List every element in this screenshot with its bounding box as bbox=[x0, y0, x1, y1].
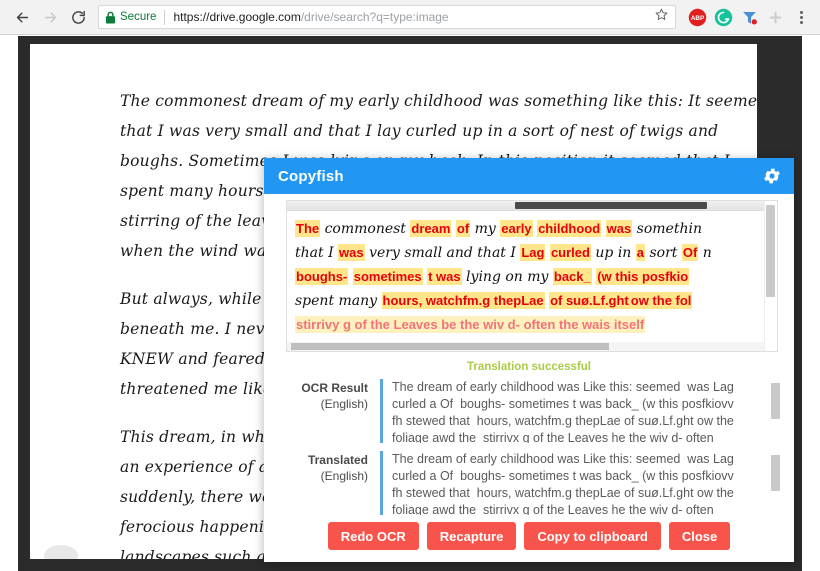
document-line: The commonest dream of my early childhoo… bbox=[120, 92, 757, 110]
page-corner-decoration bbox=[44, 545, 78, 559]
translated-label: Translated (English) bbox=[276, 451, 380, 515]
recapture-button[interactable]: Recapture bbox=[426, 522, 517, 550]
svg-text:ABP: ABP bbox=[690, 14, 703, 21]
ocr-overlay-line: that I was very small and that I Lag cur… bbox=[295, 241, 765, 265]
source-word bbox=[601, 221, 605, 237]
ocr-word: hours, watchfm.g thepLae bbox=[381, 292, 545, 309]
ocr-result-label: OCR Result (English) bbox=[276, 379, 380, 443]
url-host: https://drive.google.com bbox=[173, 10, 301, 24]
preview-vertical-scrollbar[interactable] bbox=[764, 201, 777, 351]
source-word: up in bbox=[590, 245, 636, 261]
ocr-word: a bbox=[635, 244, 646, 261]
back-button[interactable] bbox=[8, 3, 36, 31]
translated-scrollbar-thumb[interactable] bbox=[771, 455, 780, 491]
preview-vertical-scrollbar-thumb[interactable] bbox=[766, 205, 775, 297]
dialog-footer: Redo OCR Recapture Copy to clipboard Clo… bbox=[264, 516, 794, 562]
reload-icon bbox=[71, 10, 85, 24]
ocr-overlay-line: The commonest dream of my early childhoo… bbox=[295, 217, 765, 241]
dialog-title: Copyfish bbox=[278, 167, 344, 185]
source-word: sort bbox=[645, 245, 682, 261]
document-line: that I was very small and that I lay cur… bbox=[120, 122, 719, 140]
ocr-overlay-text: The commonest dream of my early childhoo… bbox=[295, 217, 765, 337]
translated-label-text: Translated bbox=[307, 453, 368, 467]
arrow-left-icon bbox=[16, 12, 28, 22]
address-bar[interactable]: Secure https://drive.google.com/drive/se… bbox=[98, 5, 676, 29]
redo-ocr-button[interactable]: Redo OCR bbox=[327, 522, 419, 550]
source-word: my bbox=[470, 221, 501, 237]
source-word: lying on my bbox=[461, 269, 553, 285]
ocr-word: The bbox=[295, 220, 321, 237]
source-word: very small and that I bbox=[364, 245, 521, 261]
ocr-overlay-line: stirrivy g of the Leaves be the wiv d- o… bbox=[295, 313, 765, 337]
forward-button[interactable] bbox=[36, 3, 64, 31]
ocr-result-row: OCR Result (English) The dream of early … bbox=[274, 379, 784, 443]
adblock-plus-icon[interactable]: ABP bbox=[684, 4, 710, 30]
menu-dot bbox=[799, 20, 803, 24]
preview-horizontal-scrollbar-thumb[interactable] bbox=[515, 202, 707, 209]
ocr-word: Lag bbox=[520, 244, 546, 261]
ocr-word: stirrivy g of the Leaves be the wiv d- o… bbox=[295, 316, 646, 333]
ocr-word: early bbox=[500, 220, 533, 237]
copyfish-dialog: Copyfish The commonest dream of my early… bbox=[264, 158, 794, 562]
menu-dot bbox=[799, 15, 803, 19]
translated-language: (English) bbox=[320, 469, 368, 483]
ocr-word: was bbox=[605, 220, 633, 237]
source-word: that I bbox=[295, 245, 339, 261]
lock-icon bbox=[105, 11, 116, 24]
three-dot-menu-icon[interactable] bbox=[788, 4, 814, 30]
ocr-word: back_ bbox=[552, 268, 592, 285]
ocr-result-scrollbar-thumb[interactable] bbox=[771, 383, 780, 419]
ocr-word: of suø.Lf.ght bbox=[549, 292, 630, 309]
ocr-word: curled bbox=[549, 244, 591, 261]
preview-bottom-scrollbar[interactable] bbox=[287, 342, 765, 351]
source-word: commonest bbox=[320, 221, 411, 237]
ocr-word: (w this posfkio bbox=[596, 268, 690, 285]
url-text[interactable]: https://drive.google.com/drive/search?q=… bbox=[173, 10, 650, 24]
gear-icon[interactable] bbox=[762, 166, 782, 186]
status-message: Translation successful bbox=[467, 361, 591, 373]
ocr-result-language: (English) bbox=[320, 397, 368, 411]
dialog-body: The commonest dream of my early childhoo… bbox=[264, 194, 794, 516]
translated-text: The dream of early childhood was Like th… bbox=[392, 452, 738, 515]
ocr-overlay-line: boughs- sometimes t was lying on my back… bbox=[295, 265, 765, 289]
url-path: /drive/search?q=type:image bbox=[300, 10, 449, 24]
ocr-word: Of bbox=[681, 244, 699, 261]
arrow-right-icon bbox=[44, 12, 56, 22]
close-button[interactable]: Close bbox=[668, 522, 731, 550]
ocr-word: ow the fol bbox=[629, 292, 693, 309]
ocr-result-scrollbar[interactable] bbox=[771, 381, 782, 441]
preview-bottom-scrollbar-thumb[interactable] bbox=[291, 343, 609, 350]
dialog-titlebar: Copyfish bbox=[264, 158, 794, 194]
secure-label: Secure bbox=[120, 11, 157, 23]
copy-to-clipboard-button[interactable]: Copy to clipboard bbox=[524, 522, 661, 550]
ocr-word: sometimes bbox=[352, 268, 423, 285]
omnibox-divider bbox=[164, 9, 166, 25]
star-icon[interactable] bbox=[654, 7, 669, 27]
add-extension-icon[interactable] bbox=[762, 4, 788, 30]
reload-button[interactable] bbox=[64, 3, 92, 31]
ocr-word: of bbox=[455, 220, 471, 237]
translated-result-row: Translated (English) The dream of early … bbox=[274, 451, 784, 515]
ocr-result-textbox[interactable]: The dream of early childhood was Like th… bbox=[380, 379, 784, 443]
ocr-result-label-text: OCR Result bbox=[301, 381, 368, 395]
source-word: n bbox=[698, 245, 712, 261]
ocr-word: t was bbox=[427, 268, 462, 285]
ocr-overlay-line: spent many hours, watchfm.g thepLae of s… bbox=[295, 289, 765, 313]
translated-scrollbar[interactable] bbox=[771, 453, 782, 513]
ocr-word: boughs- bbox=[295, 268, 349, 285]
ocr-word: was bbox=[338, 244, 365, 261]
preview-horizontal-scrollbar[interactable] bbox=[287, 201, 765, 211]
browser-toolbar: Secure https://drive.google.com/drive/se… bbox=[0, 0, 820, 35]
translated-textbox[interactable]: The dream of early childhood was Like th… bbox=[380, 451, 784, 515]
ocr-word: dream bbox=[410, 220, 452, 237]
ocr-result-text: The dream of early childhood was Like th… bbox=[392, 380, 738, 443]
capture-preview-pane[interactable]: The commonest dream of my early childhoo… bbox=[286, 200, 778, 352]
ocr-word: childhood bbox=[537, 220, 602, 237]
source-word: spent many bbox=[295, 293, 382, 309]
menu-dot bbox=[799, 10, 803, 14]
copyfish-icon[interactable] bbox=[736, 4, 762, 30]
source-word: somethin bbox=[632, 221, 702, 237]
grammarly-icon[interactable] bbox=[710, 4, 736, 30]
